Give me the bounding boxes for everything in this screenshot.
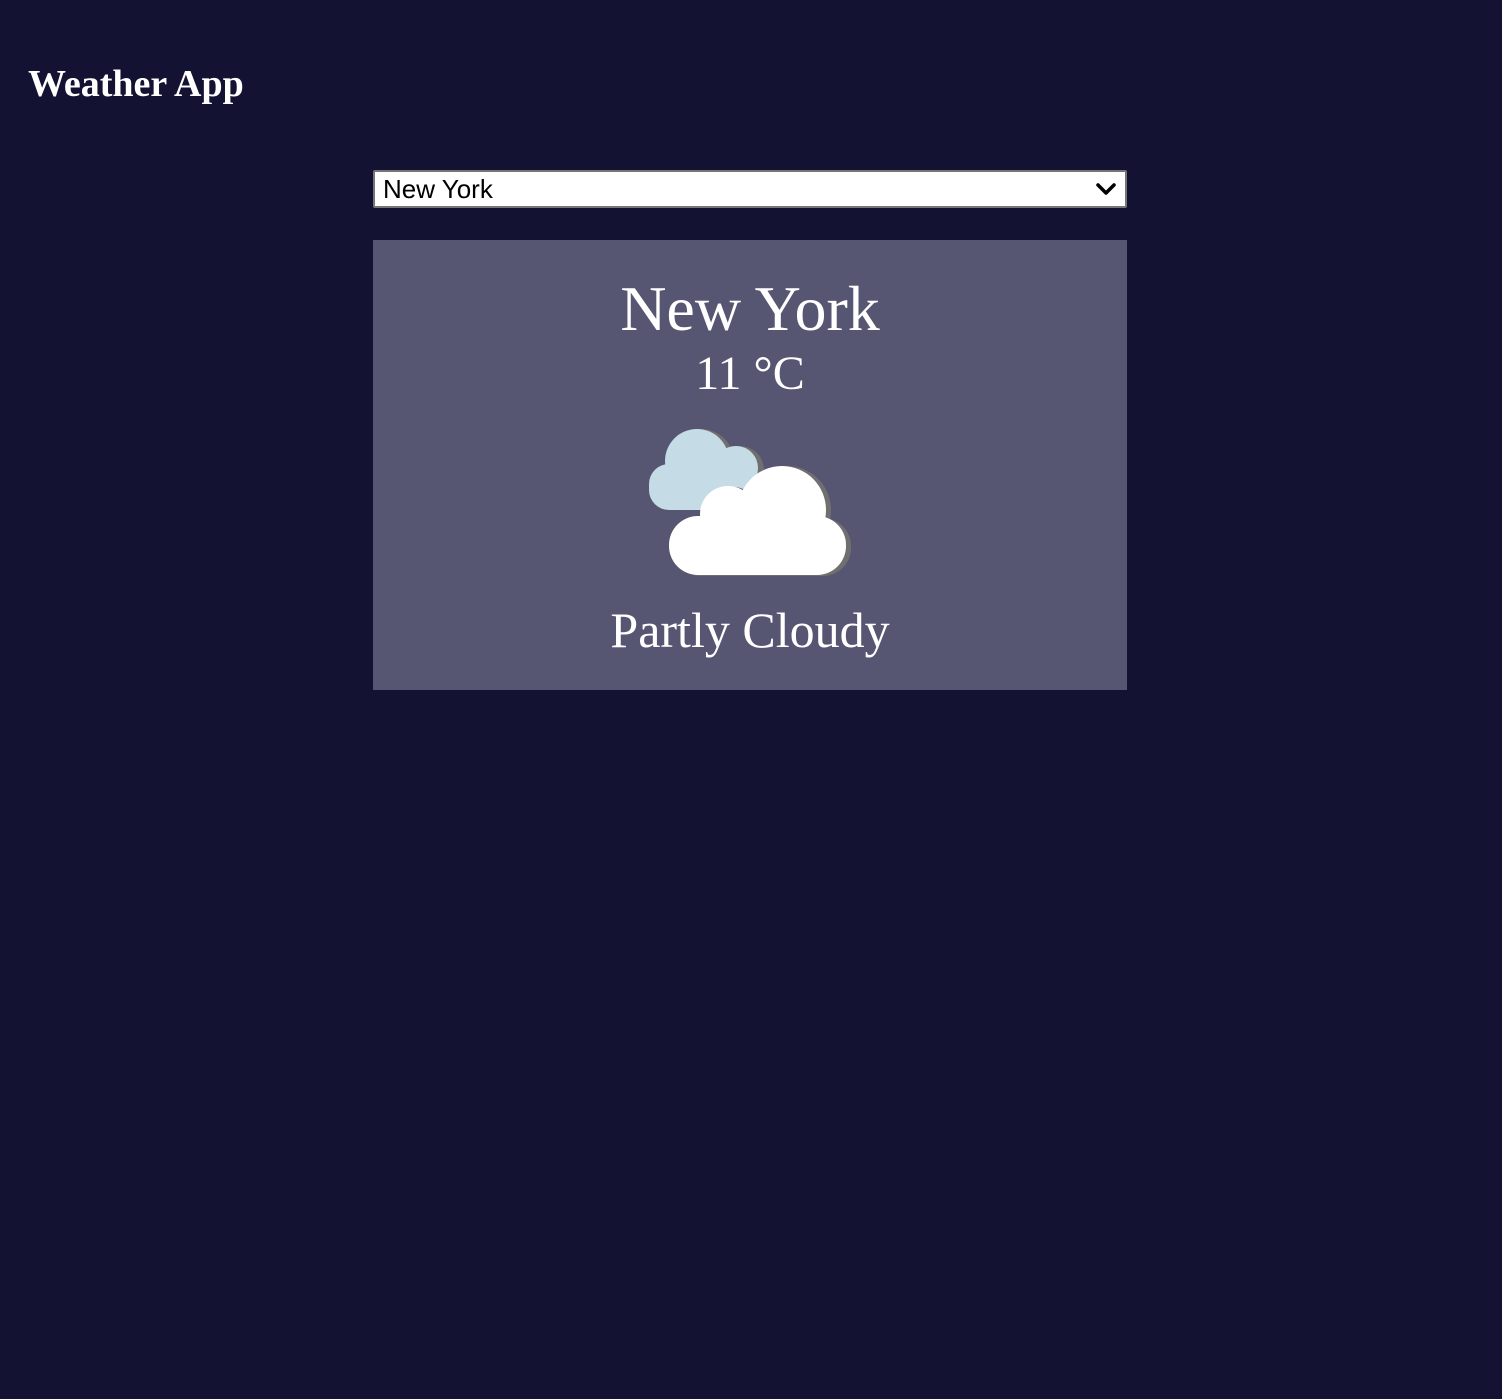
city-select[interactable]: New York (373, 170, 1127, 208)
weather-temperature: 11 °C (695, 347, 805, 400)
weather-city-name: New York (620, 273, 880, 344)
partly-cloudy-icon (640, 420, 860, 590)
weather-condition: Partly Cloudy (610, 602, 890, 658)
chevron-down-icon[interactable] (1091, 172, 1121, 206)
app-title: Weather App (28, 63, 244, 105)
city-select-value: New York (383, 174, 493, 204)
